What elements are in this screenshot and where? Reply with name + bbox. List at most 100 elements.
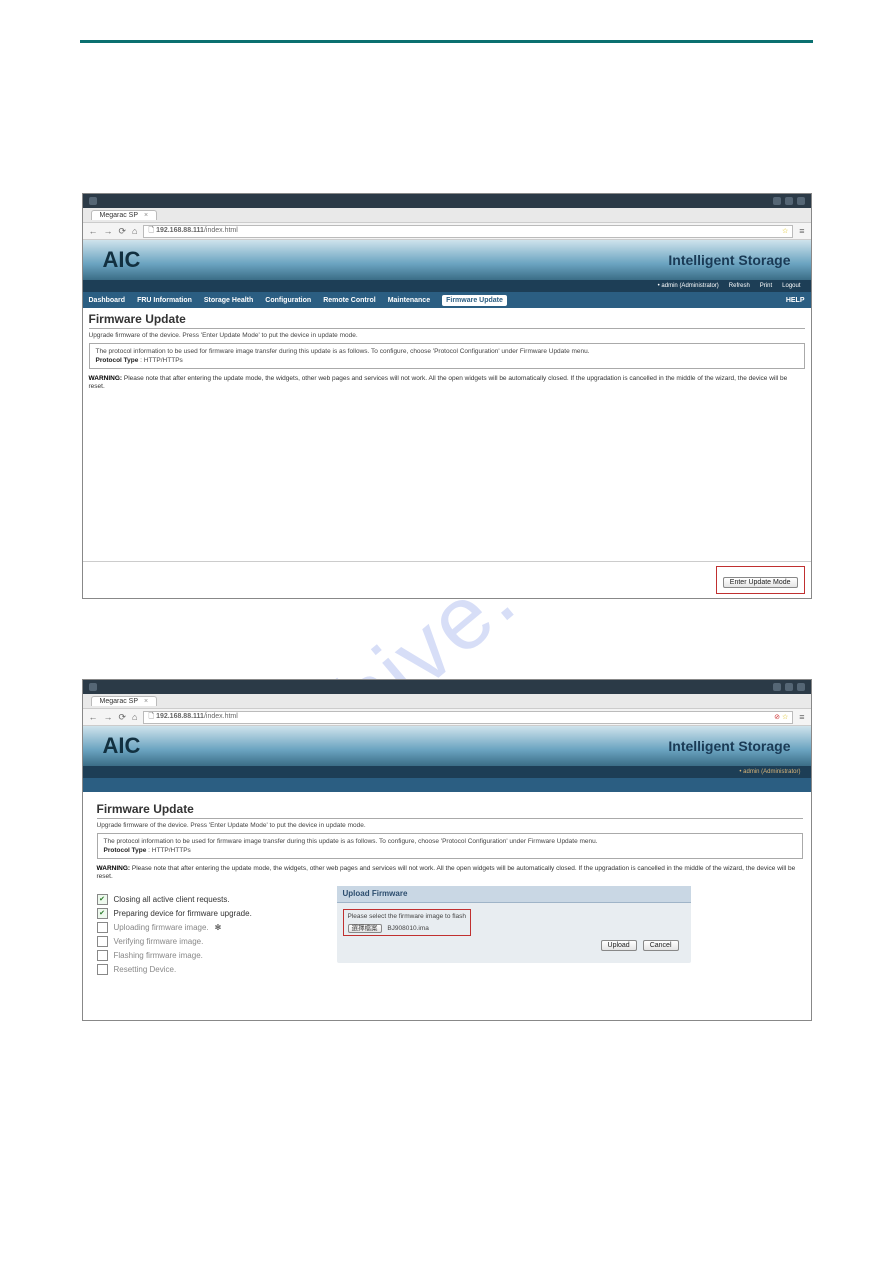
- userbar-user: • admin (Administrator): [658, 283, 719, 289]
- protocol-infobox: The protocol information to be used for …: [97, 833, 803, 859]
- protocol-info-text: The protocol information to be used for …: [104, 838, 796, 845]
- titlebar-icon: [89, 197, 97, 205]
- warning-body: Please note that after entering the upda…: [97, 865, 796, 880]
- content-area-2: Firmware Update Upgrade firmware of the …: [83, 792, 811, 1019]
- nav-back-icon[interactable]: ←: [89, 226, 98, 236]
- nav-configuration[interactable]: Configuration: [265, 297, 311, 304]
- warning-label: WARNING:: [89, 375, 123, 382]
- status-label: Verifying firmware image.: [114, 937, 204, 946]
- highlight-outline: Enter Update Mode: [716, 566, 805, 594]
- browser-tab[interactable]: Megarac SP ×: [91, 696, 158, 706]
- url-path: /index.html: [204, 227, 238, 234]
- window-min-icon[interactable]: [773, 683, 781, 691]
- warning-label: WARNING:: [97, 865, 131, 872]
- bookmark-icon[interactable]: ☆: [782, 714, 788, 721]
- nav-help[interactable]: HELP: [786, 297, 805, 304]
- browser-tab-row: Megarac SP ×: [83, 694, 811, 709]
- selected-file-name: BJ908010.ima: [387, 925, 429, 932]
- userbar: • admin (Administrator) Refresh Print Lo…: [83, 280, 811, 292]
- tab-close-icon[interactable]: ×: [144, 698, 148, 705]
- status-label: Uploading firmware image.: [114, 923, 209, 932]
- tagline: Intelligent Storage: [668, 252, 790, 268]
- nav-home-icon[interactable]: ⌂: [132, 712, 137, 722]
- window-titlebar: [83, 680, 811, 694]
- nav-maintenance[interactable]: Maintenance: [388, 297, 430, 304]
- upload-button[interactable]: Upload: [601, 940, 637, 951]
- userbar-user: • admin (Administrator): [739, 769, 800, 775]
- userbar-logout[interactable]: Logout: [782, 283, 800, 289]
- page-subtitle: Upgrade firmware of the device. Press 'E…: [89, 332, 805, 339]
- screenshot-1: Megarac SP × ← → ⟳ ⌂ 🗋 192.168.88.111/in…: [82, 193, 812, 599]
- browser-menu-icon[interactable]: ≡: [799, 226, 804, 236]
- highlight-outline: Please select the firmware image to flas…: [343, 909, 472, 936]
- window-max-icon[interactable]: [785, 197, 793, 205]
- checkbox-icon: [97, 922, 108, 933]
- warning-text: WARNING: Please note that after entering…: [89, 375, 805, 391]
- nav-fwd-icon[interactable]: →: [104, 226, 113, 236]
- checkbox-icon: [97, 950, 108, 961]
- status-step-2: ✔ Preparing device for firmware upgrade.: [97, 908, 317, 919]
- nav-home-icon[interactable]: ⌂: [132, 226, 137, 236]
- checkbox-icon: ✔: [97, 908, 108, 919]
- nav-fwd-icon[interactable]: →: [104, 712, 113, 722]
- nav-remote-control[interactable]: Remote Control: [323, 297, 376, 304]
- tab-title: Megarac SP: [100, 212, 139, 219]
- window-close-icon[interactable]: [797, 683, 805, 691]
- protocol-type-label: Protocol Type: [104, 847, 147, 854]
- address-bar[interactable]: 🗋 192.168.88.111/index.html ☆: [143, 225, 793, 238]
- protocol-type-label: Protocol Type: [96, 357, 139, 364]
- stop-icon[interactable]: ⊘: [774, 714, 780, 721]
- status-step-5: Flashing firmware image.: [97, 950, 317, 961]
- nav-firmware-update[interactable]: Firmware Update: [442, 295, 507, 306]
- checkbox-icon: ✔: [97, 894, 108, 905]
- window-close-icon[interactable]: [797, 197, 805, 205]
- url-path: /index.html: [204, 713, 238, 720]
- nav-dashboard[interactable]: Dashboard: [89, 297, 126, 304]
- browser-tab[interactable]: Megarac SP ×: [91, 210, 158, 220]
- footer-button-row: Enter Update Mode: [83, 561, 811, 598]
- enter-update-mode-button[interactable]: Enter Update Mode: [723, 577, 798, 588]
- nav-storage-health[interactable]: Storage Health: [204, 297, 253, 304]
- status-label: Resetting Device.: [114, 965, 177, 974]
- window-max-icon[interactable]: [785, 683, 793, 691]
- userbar: • admin (Administrator): [83, 766, 811, 778]
- upload-panel-header: Upload Firmware: [337, 886, 691, 903]
- status-step-6: Resetting Device.: [97, 964, 317, 975]
- upload-prompt: Please select the firmware image to flas…: [348, 913, 467, 920]
- top-rule: [80, 40, 813, 43]
- navbar: Dashboard FRU Information Storage Health…: [83, 292, 811, 308]
- userbar-print[interactable]: Print: [760, 283, 772, 289]
- window-min-icon[interactable]: [773, 197, 781, 205]
- checkbox-icon: [97, 936, 108, 947]
- spinner-icon: ✻: [215, 923, 222, 932]
- update-status-list: ✔ Closing all active client requests. ✔ …: [97, 894, 317, 978]
- status-step-3: Uploading firmware image. ✻: [97, 922, 317, 933]
- page-subtitle: Upgrade firmware of the device. Press 'E…: [97, 822, 803, 829]
- browser-tab-row: Megarac SP ×: [83, 208, 811, 223]
- nav-reload-icon[interactable]: ⟳: [119, 712, 127, 723]
- nav-back-icon[interactable]: ←: [89, 712, 98, 722]
- status-step-1: ✔ Closing all active client requests.: [97, 894, 317, 905]
- upload-firmware-panel: Upload Firmware Please select the firmwa…: [337, 886, 691, 963]
- nav-fru[interactable]: FRU Information: [137, 297, 192, 304]
- bookmark-icon[interactable]: ☆: [782, 228, 788, 235]
- window-titlebar: [83, 194, 811, 208]
- tab-close-icon[interactable]: ×: [144, 212, 148, 219]
- browser-menu-icon[interactable]: ≡: [799, 712, 804, 722]
- userbar-refresh[interactable]: Refresh: [729, 283, 750, 289]
- address-bar[interactable]: 🗋 192.168.88.111/index.html ⊘ ☆: [143, 711, 793, 724]
- screenshot-2: Megarac SP × ← → ⟳ ⌂ 🗋 192.168.88.111/in…: [82, 679, 812, 1020]
- logo: AIC: [103, 247, 141, 273]
- status-step-4: Verifying firmware image.: [97, 936, 317, 947]
- page-title: Firmware Update: [97, 802, 803, 819]
- choose-file-button[interactable]: 選擇檔案: [348, 924, 382, 933]
- protocol-info-text: The protocol information to be used for …: [96, 348, 798, 355]
- page-title: Firmware Update: [89, 312, 805, 329]
- checkbox-icon: [97, 964, 108, 975]
- tagline: Intelligent Storage: [668, 738, 790, 754]
- cancel-button[interactable]: Cancel: [643, 940, 679, 951]
- nav-reload-icon[interactable]: ⟳: [119, 226, 127, 237]
- url-host: 192.168.88.111: [156, 227, 204, 234]
- warning-text: WARNING: Please note that after entering…: [97, 865, 803, 881]
- url-host: 192.168.88.111: [156, 713, 204, 720]
